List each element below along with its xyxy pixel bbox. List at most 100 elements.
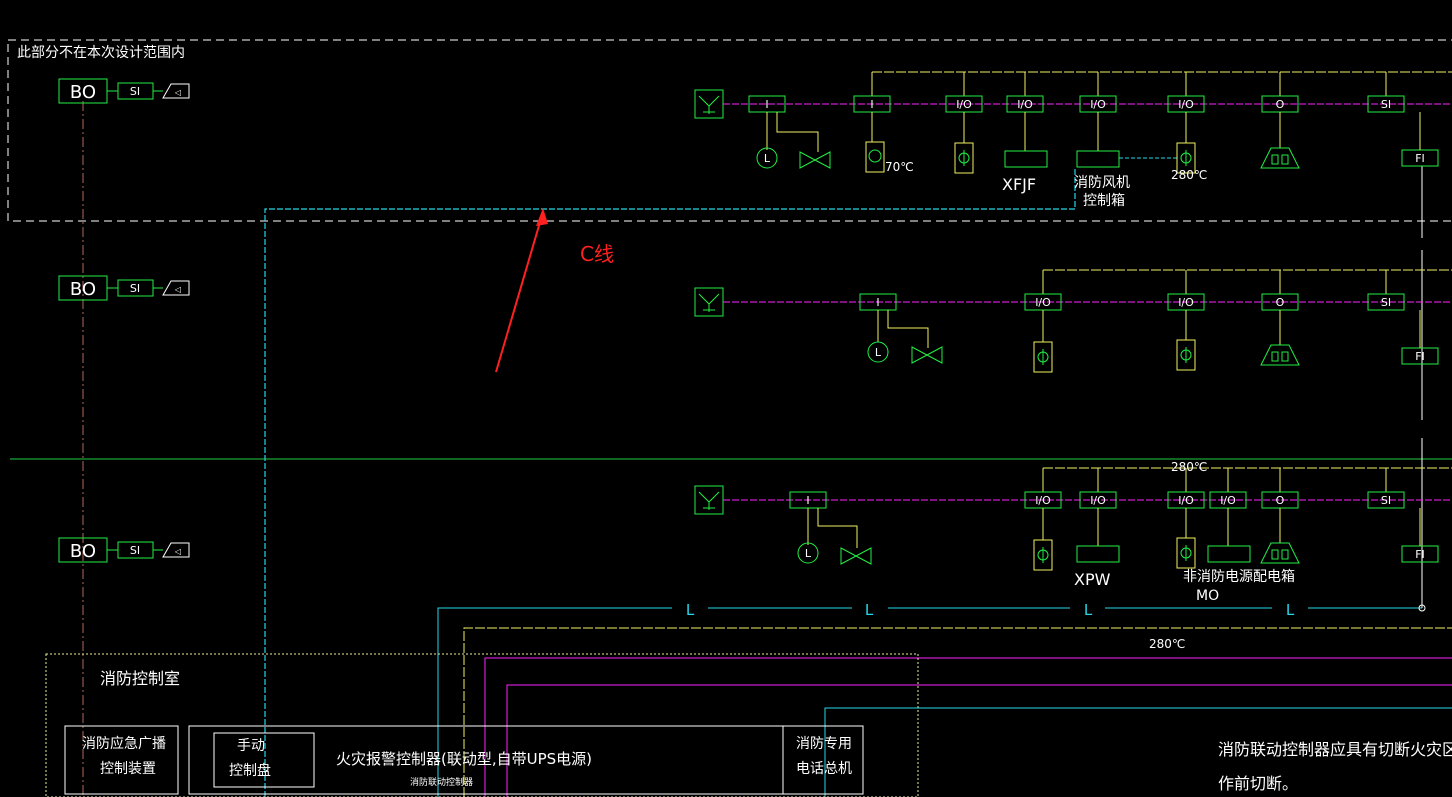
fire-alarm-sub-caption: 消防联动控制器 (410, 778, 474, 788)
device-row-1: I I I/O I/O I/O I/O O SI FI L (694, 71, 1452, 174)
c-line-label: C线 (580, 242, 614, 266)
module-1-7-text: O (1276, 98, 1285, 111)
temp-280-label-row3: 280℃ (1171, 460, 1208, 474)
l-bus-letter-4: L (1286, 601, 1295, 619)
valve-icon-2 (911, 346, 943, 364)
level-sensor-3-letter: L (805, 547, 812, 560)
r2-leads (877, 310, 929, 348)
fan-box-label-2: 控制箱 (1083, 193, 1125, 209)
module-2-5-text: SI (1381, 296, 1391, 309)
temp-280-label-row1: 280℃ (1171, 168, 1208, 182)
fi-module-1[interactable]: FI (1401, 149, 1439, 167)
r3-leads (807, 508, 858, 548)
xpw-panel-icon (1076, 545, 1120, 563)
broadcast-label-1: 消防应急广播 (82, 736, 166, 752)
si-text-1: SI (130, 85, 140, 98)
c-line-arrow-head (536, 208, 548, 226)
magenta-bus-a (484, 657, 1452, 797)
module-1-4-text: I/O (1017, 98, 1033, 111)
si-text-2: SI (130, 282, 140, 295)
xpw-label: XPW (1074, 570, 1111, 589)
module-2-3-text: I/O (1178, 296, 1194, 309)
pump-icon-3-glyph (698, 491, 720, 510)
l-bus-route (437, 607, 1422, 797)
l-bus-letter-2: L (865, 601, 874, 619)
yellow-bus (463, 627, 1452, 797)
xfjf-panel-icon (1004, 150, 1048, 168)
module-2-1-text: I (876, 296, 879, 309)
alarm-bell-icon-1 (1260, 147, 1300, 169)
broadcast-label-2: 控制装置 (100, 761, 156, 777)
module-2-4-text: O (1276, 296, 1285, 309)
fire-damper-70-icon (868, 149, 882, 163)
module-1-5-text: I/O (1090, 98, 1106, 111)
module-1-1-text: I (765, 98, 768, 111)
device-row-2: I I/O I/O O SI FI L (694, 269, 1452, 373)
mo-label: MO (1196, 588, 1220, 604)
valve-icon-3 (840, 547, 872, 565)
broadcast-floor-2: BO SI ◁ (58, 275, 190, 301)
fan-box-label-1: 消防风机 (1074, 175, 1130, 191)
module-1-2-text: I (870, 98, 873, 111)
module-1-3-text: I/O (956, 98, 972, 111)
manual-panel-label-2: 控制盘 (229, 763, 271, 779)
module-3-4-text: I/O (1178, 494, 1194, 507)
control-room-label: 消防控制室 (100, 669, 181, 688)
fan-control-box-icon (1076, 150, 1120, 168)
excluded-scope-label: 此部分不在本次设计范围内 (17, 45, 185, 61)
module-2-2-text: I/O (1035, 296, 1051, 309)
l-bus-letter-1: L (686, 601, 695, 619)
speaker-icon-glyph-2: ◁ (174, 285, 181, 294)
fi-module-2[interactable]: FI (1401, 347, 1439, 365)
pump-icon-1-glyph (698, 95, 720, 114)
module-3-3-text: I/O (1090, 494, 1106, 507)
alarm-bell-icon-1-r (1281, 154, 1289, 165)
cad-drawing-canvas[interactable]: BO SI ◁ BO SI ◁ BO SI ◁ I I I/O I/O I/O I/O O SI FI L I I/O… (0, 0, 1452, 797)
fi-module-3-text: FI (1415, 548, 1425, 561)
nonfire-box-label: 非消防电源配电箱 (1183, 569, 1295, 585)
phone-label-1: 消防专用 (796, 736, 852, 752)
nonfire-box-icon (1207, 545, 1251, 563)
module-3-5-text: I/O (1220, 494, 1236, 507)
fi-module-1-text: FI (1415, 152, 1425, 165)
pump-icon-2-glyph (698, 293, 720, 312)
level-sensor-2-letter: L (875, 346, 882, 359)
bo-text-2: BO (70, 279, 96, 300)
c-line-route (264, 168, 1076, 797)
alarm-bell-icon-2-r (1281, 351, 1289, 362)
alarm-bell-icon-3-l (1271, 549, 1279, 560)
xfjf-label: XFJF (1002, 175, 1037, 194)
note-line-1: 消防联动控制器应具有切断火灾区域及相 (1218, 740, 1452, 759)
l-bus-letter-3: L (1084, 601, 1093, 619)
si-text-3: SI (130, 544, 140, 557)
module-1-6-text: I/O (1178, 98, 1194, 111)
module-3-2-text: I/O (1035, 494, 1051, 507)
speaker-icon-glyph-3: ◁ (174, 547, 181, 556)
temp-70-label: 70℃ (885, 160, 914, 174)
broadcast-floor-1: BO SI ◁ (58, 78, 190, 104)
fi-module-2-text: FI (1415, 350, 1425, 363)
fire-alarm-controller-label: 火灾报警控制器(联动型,自带UPS电源) (336, 750, 593, 768)
fi-module-3[interactable]: FI (1401, 545, 1439, 563)
note-line-2: 作前切断。 (1218, 774, 1299, 793)
module-3-7-text: SI (1381, 494, 1391, 507)
module-1-8-text: SI (1381, 98, 1391, 111)
device-row-3: I I/O I/O I/O I/O O SI FI L (694, 467, 1452, 571)
alarm-bell-icon-3 (1260, 542, 1300, 564)
alarm-bell-icon-2-l (1271, 351, 1279, 362)
manual-panel-label-1: 手动 (237, 738, 265, 754)
bo-text-3: BO (70, 541, 96, 562)
broadcast-floor-3: BO SI ◁ (58, 537, 190, 563)
alarm-bell-icon-3-r (1281, 549, 1289, 560)
alarm-bell-icon-2 (1260, 344, 1300, 366)
module-3-1-text: I (806, 494, 809, 507)
excluded-scope-frame (7, 39, 1452, 222)
alarm-bell-icon-1-l (1271, 154, 1279, 165)
temp-280-label-bus: 280℃ (1149, 637, 1186, 651)
level-sensor-1-letter: L (764, 152, 771, 165)
module-3-6-text: O (1276, 494, 1285, 507)
phone-label-2: 电话总机 (796, 761, 852, 777)
c-line-arrow (495, 211, 544, 373)
speaker-icon-glyph-1: ◁ (174, 88, 181, 97)
bo-text-1: BO (70, 82, 96, 103)
